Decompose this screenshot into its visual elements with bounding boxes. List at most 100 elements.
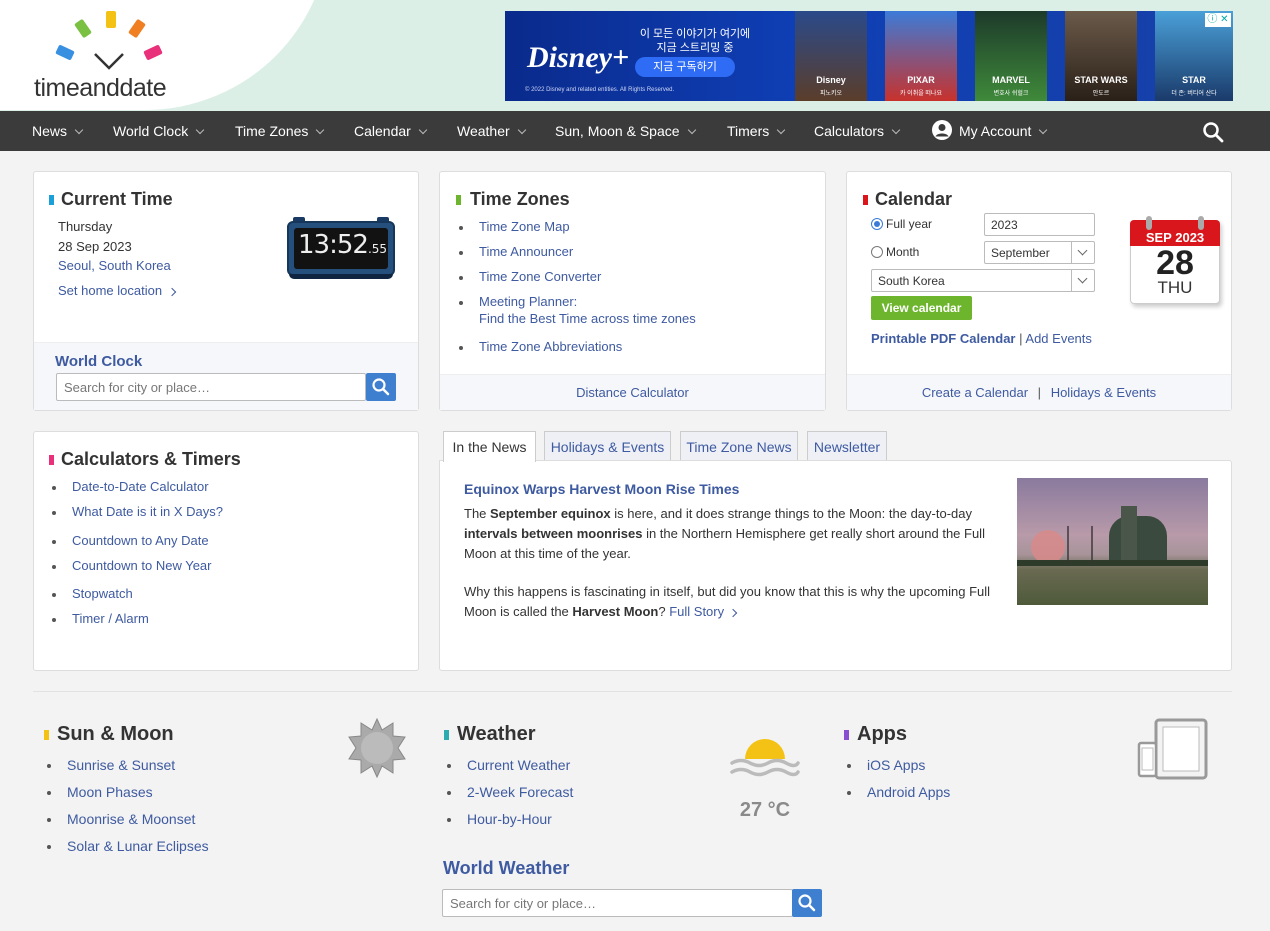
distance-calculator-link[interactable]: Distance Calculator xyxy=(440,385,825,400)
nav-item-sun-moon-space[interactable]: Sun, Moon & Space xyxy=(555,111,696,151)
news-headline-link[interactable]: Equinox Warps Harvest Moon Rise Times xyxy=(464,481,739,497)
ad-close-icon[interactable]: ⓘ ✕ xyxy=(1205,13,1231,27)
ad-tile-label: STAR WARS xyxy=(1074,75,1128,85)
section-marker xyxy=(844,730,849,740)
hour-by-hour-link[interactable]: Hour-by-Hour xyxy=(447,811,707,827)
nav-item-timers[interactable]: Timers xyxy=(727,111,786,151)
year-value: 2023 xyxy=(991,218,1018,232)
account-icon xyxy=(932,120,952,141)
set-home-label: Set home location xyxy=(58,283,163,298)
ad-tile-sub: 변호사 쉬헐크 xyxy=(993,91,1029,97)
tab-holidays-events[interactable]: Holidays & Events xyxy=(544,431,671,461)
solar-lunar-eclipses-link[interactable]: Solar & Lunar Eclipses xyxy=(47,838,327,854)
add-events-link[interactable]: Add Events xyxy=(1025,331,1092,346)
current-weather-link[interactable]: Current Weather xyxy=(447,757,707,773)
time-zones-links: Time Zone Map Time Announcer Time Zone C… xyxy=(459,219,809,354)
month-label: Month xyxy=(886,245,920,259)
calendar-icon-year: 2023 xyxy=(1175,230,1205,245)
month-value: September xyxy=(991,246,1050,260)
section-marker xyxy=(49,195,54,205)
ad-line2: 지금 스트리밍 중 xyxy=(656,42,734,54)
world-clock-search-button[interactable] xyxy=(366,373,396,401)
radio-unchecked-icon xyxy=(871,246,883,258)
logo-petal-icon xyxy=(74,18,92,39)
calendar-links: Printable PDF Calendar | Add Events xyxy=(871,331,1092,346)
tab-in-the-news[interactable]: In the News xyxy=(443,431,536,462)
view-calendar-button[interactable]: View calendar xyxy=(871,296,972,320)
full-story-link[interactable]: Full Story xyxy=(669,604,738,619)
devices-icon xyxy=(1137,718,1208,780)
ad-tile-sub: 피노키오 xyxy=(819,91,843,97)
calculators-card: Calculators & Timers Date-to-Date Calcul… xyxy=(33,431,419,671)
nav-item-world-clock[interactable]: World Clock xyxy=(113,111,205,151)
advertisement-banner[interactable]: Disney+ 이 모든 이야기가 여기에 지금 스트리밍 중 지금 구독하기 … xyxy=(505,11,1233,101)
tab-newsletter[interactable]: Newsletter xyxy=(807,431,887,461)
logo-check-icon xyxy=(94,53,124,70)
news-image[interactable] xyxy=(1017,478,1208,605)
current-location-link[interactable]: Seoul, South Korea xyxy=(58,258,171,273)
android-apps-link[interactable]: Android Apps xyxy=(847,784,1047,800)
nav-item-my-account[interactable]: My Account xyxy=(931,111,1048,151)
meeting-planner-link[interactable]: Meeting Planner: Find the Best Time acros… xyxy=(459,294,809,329)
ios-apps-link[interactable]: iOS Apps xyxy=(847,757,1047,773)
ad-tile-label: STAR xyxy=(1182,75,1206,85)
time-zones-footer: Distance Calculator xyxy=(440,374,825,410)
section-marker xyxy=(49,455,54,465)
news-text: ? xyxy=(658,604,670,619)
ad-tile: Disney 피노키오 xyxy=(795,11,867,101)
nav-item-time-zones[interactable]: Time Zones xyxy=(235,111,325,151)
countdown-any-date-link[interactable]: Countdown to Any Date xyxy=(52,533,402,548)
time-zone-map-link[interactable]: Time Zone Map xyxy=(459,219,809,234)
nav-item-weather[interactable]: Weather xyxy=(457,111,526,151)
time-announcer-link[interactable]: Time Announcer xyxy=(459,244,809,259)
logo[interactable]: timeanddate xyxy=(0,0,200,111)
sunrise-sunset-link[interactable]: Sunrise & Sunset xyxy=(47,757,327,773)
ad-tile-sub: 카 이취을 떠나요 xyxy=(900,91,942,97)
calendar-footer: Create a Calendar | Holidays & Events xyxy=(847,374,1231,410)
meeting-planner-sub: Find the Best Time across time zones xyxy=(479,311,696,326)
search-icon[interactable] xyxy=(1202,121,1224,143)
radio-checked-icon xyxy=(871,218,883,230)
calendar-icon-month: SEP xyxy=(1145,230,1172,245)
world-clock-search-input[interactable]: Search for city or place… xyxy=(56,373,366,401)
stopwatch-link[interactable]: Stopwatch xyxy=(52,586,402,601)
time-zone-converter-link[interactable]: Time Zone Converter xyxy=(459,269,809,284)
country-select[interactable]: South Korea xyxy=(871,269,1095,292)
ad-tile-label: PIXAR xyxy=(907,75,935,85)
nav-item-news[interactable]: News xyxy=(32,111,84,151)
chevron-down-icon xyxy=(316,125,325,135)
nav-label: Timers xyxy=(727,123,770,139)
set-home-location-link[interactable]: Set home location xyxy=(58,283,177,298)
date-in-x-days-link[interactable]: What Date is it in X Days? xyxy=(52,504,402,519)
moon-phases-link[interactable]: Moon Phases xyxy=(47,784,327,800)
ad-cta-button[interactable]: 지금 구독하기 xyxy=(635,57,735,77)
nav-item-calendar[interactable]: Calendar xyxy=(354,111,428,151)
create-calendar-link[interactable]: Create a Calendar xyxy=(922,385,1028,400)
world-clock-footer: World Clock Search for city or place… xyxy=(34,342,418,410)
year-input[interactable]: 2023 xyxy=(984,213,1095,236)
logo-wordmark: timeanddate xyxy=(34,74,167,102)
world-weather-title[interactable]: World Weather xyxy=(443,858,569,879)
holidays-events-link[interactable]: Holidays & Events xyxy=(1051,385,1157,400)
countdown-new-year-link[interactable]: Countdown to New Year xyxy=(52,558,402,573)
logo-petal-icon xyxy=(55,44,75,61)
printable-pdf-link[interactable]: Printable PDF Calendar xyxy=(871,331,1015,346)
time-zone-abbreviations-link[interactable]: Time Zone Abbreviations xyxy=(459,339,809,354)
world-weather-search-input[interactable]: Search for city or place… xyxy=(442,889,793,917)
ad-tile: MARVEL 변호사 쉬헐크 xyxy=(975,11,1047,101)
world-clock-title[interactable]: World Clock xyxy=(55,353,142,370)
month-select[interactable]: September xyxy=(984,241,1095,264)
moonrise-moonset-link[interactable]: Moonrise & Moonset xyxy=(47,811,327,827)
date-to-date-link[interactable]: Date-to-Date Calculator xyxy=(52,479,402,494)
chevron-down-icon xyxy=(1071,242,1094,263)
sun-moon-icon xyxy=(348,718,406,778)
chevron-down-icon xyxy=(777,125,786,135)
nav-item-calculators[interactable]: Calculators xyxy=(814,111,901,151)
nav-label: Time Zones xyxy=(235,123,309,139)
two-week-forecast-link[interactable]: 2-Week Forecast xyxy=(447,784,707,800)
tab-time-zone-news[interactable]: Time Zone News xyxy=(680,431,798,461)
month-radio[interactable]: Month xyxy=(871,244,919,259)
world-weather-search-button[interactable] xyxy=(792,889,822,917)
full-year-radio[interactable]: Full year xyxy=(871,216,932,231)
timer-alarm-link[interactable]: Timer / Alarm xyxy=(52,611,402,626)
